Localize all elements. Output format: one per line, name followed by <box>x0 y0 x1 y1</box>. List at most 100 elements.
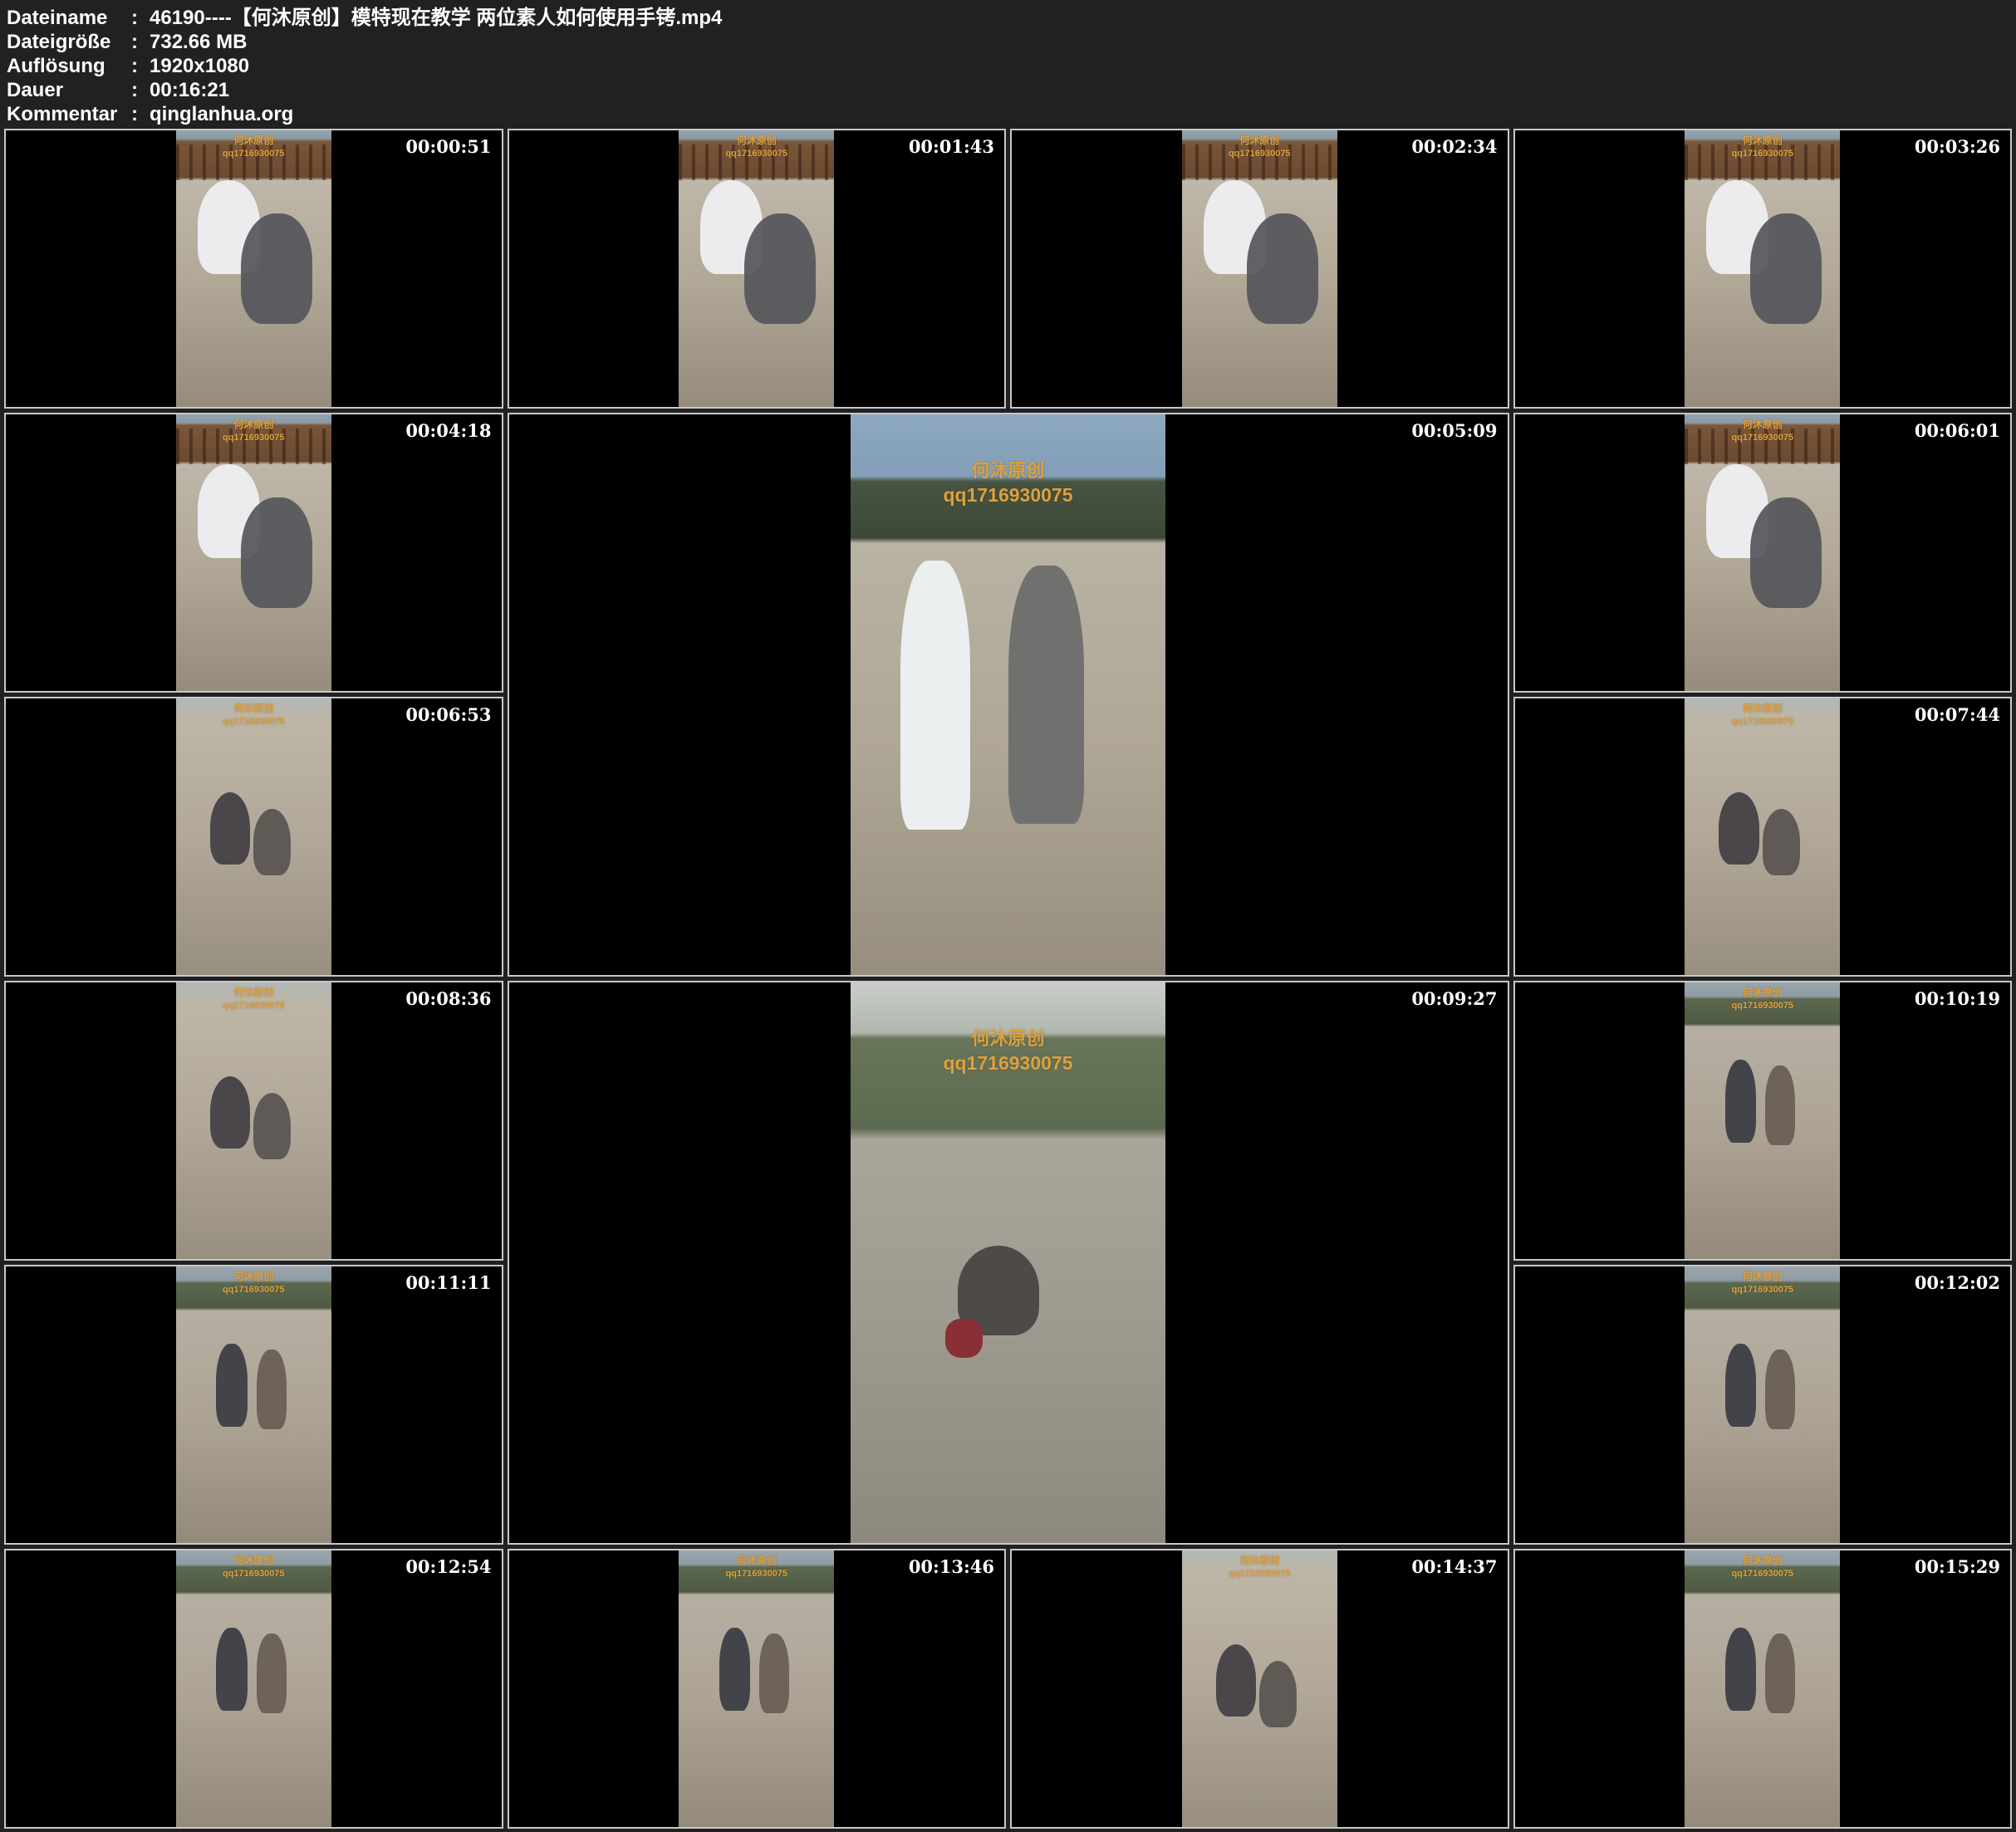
thumbnail-cell: 何沐原创 qq1716930075 00:11:11 <box>4 1265 503 1545</box>
metadata-row-filesize: Dateigröße:732.66 MB <box>7 30 2016 54</box>
video-frame: 何沐原创 qq1716930075 <box>1685 1550 1840 1827</box>
watermark-line1: 何沐原创 <box>1685 1271 1840 1284</box>
file-metadata-header: Dateiname:46190----【何沐原创】模特现在教学 两位素人如何使用… <box>0 0 2016 126</box>
watermark-line1: 何沐原创 <box>176 419 331 432</box>
thumbnail-cell: 何沐原创 qq1716930075 00:14:37 <box>1010 1549 1509 1829</box>
video-frame: 何沐原创 qq1716930075 <box>176 130 331 407</box>
watermark-line2: qq1716930075 <box>176 1568 331 1580</box>
metadata-label: Dateiname <box>7 6 131 30</box>
thumbnail-cell-large: 何沐原创 qq1716930075 00:05:09 <box>508 413 1509 977</box>
timestamp-overlay: 00:05:09 <box>1411 420 1497 441</box>
watermark-line1: 何沐原创 <box>1685 703 1840 716</box>
timestamp-overlay: 00:08:36 <box>405 988 491 1009</box>
watermark-line1: 何沐原创 <box>679 135 834 148</box>
metadata-row-resolution: Auflösung:1920x1080 <box>7 54 2016 78</box>
timestamp-overlay: 00:01:43 <box>909 136 994 157</box>
watermark-line2: qq1716930075 <box>1182 148 1337 159</box>
metadata-row-comment: Kommentar:qinglanhua.org <box>7 102 2016 126</box>
metadata-separator: : <box>131 6 150 30</box>
watermark-line2: qq1716930075 <box>176 1000 331 1012</box>
watermark: 何沐原创 qq1716930075 <box>1182 135 1337 159</box>
watermark-line2: qq1716930075 <box>176 1284 331 1296</box>
thumbnail-cell: 何沐原创 qq1716930075 00:00:51 <box>4 129 503 409</box>
metadata-value-duration: 00:16:21 <box>150 78 229 102</box>
watermark-line1: 何沐原创 <box>679 1555 834 1568</box>
video-frame: 何沐原创 qq1716930075 <box>176 1550 331 1827</box>
watermark-line2: qq1716930075 <box>1685 432 1840 443</box>
watermark-line2: qq1716930075 <box>1685 1568 1840 1580</box>
timestamp-overlay: 00:13:46 <box>909 1556 994 1577</box>
thumbnail-cell: 何沐原创 qq1716930075 00:12:54 <box>4 1549 503 1829</box>
video-frame: 何沐原创 qq1716930075 <box>176 982 331 1259</box>
thumbnail-cell: 何沐原创 qq1716930075 00:12:02 <box>1513 1265 2013 1545</box>
watermark: 何沐原创 qq1716930075 <box>1685 1555 1840 1580</box>
video-frame: 何沐原创 qq1716930075 <box>1685 698 1840 975</box>
video-frame: 何沐原创 qq1716930075 <box>1182 130 1337 407</box>
watermark-line1: 何沐原创 <box>176 1271 331 1284</box>
watermark: 何沐原创 qq1716930075 <box>1685 703 1840 727</box>
watermark: 何沐原创 qq1716930075 <box>176 419 331 443</box>
metadata-value-filesize: 732.66 MB <box>150 30 247 54</box>
watermark-line1: 何沐原创 <box>851 459 1166 483</box>
watermark-line2: qq1716930075 <box>851 1051 1166 1076</box>
metadata-value-comment: qinglanhua.org <box>150 102 293 126</box>
timestamp-overlay: 00:06:53 <box>405 704 491 725</box>
thumbnail-cell: 何沐原创 qq1716930075 00:06:53 <box>4 697 503 977</box>
video-frame: 何沐原创 qq1716930075 <box>679 130 834 407</box>
video-frame: 何沐原创 qq1716930075 <box>176 698 331 975</box>
video-frame: 何沐原创 qq1716930075 <box>851 414 1166 975</box>
timestamp-overlay: 00:10:19 <box>1915 988 2000 1009</box>
watermark: 何沐原创 qq1716930075 <box>1685 1271 1840 1296</box>
timestamp-overlay: 00:09:27 <box>1411 988 1497 1009</box>
video-frame: 何沐原创 qq1716930075 <box>1182 1550 1337 1827</box>
metadata-row-filename: Dateiname:46190----【何沐原创】模特现在教学 两位素人如何使用… <box>7 6 2016 30</box>
metadata-label: Kommentar <box>7 102 131 126</box>
video-frame: 何沐原创 qq1716930075 <box>176 414 331 691</box>
watermark-line2: qq1716930075 <box>1182 1568 1337 1580</box>
watermark: 何沐原创 qq1716930075 <box>176 987 331 1012</box>
thumbnail-cell: 何沐原创 qq1716930075 00:03:26 <box>1513 129 2013 409</box>
metadata-separator: : <box>131 30 150 54</box>
watermark-line2: qq1716930075 <box>1685 148 1840 159</box>
watermark: 何沐原创 qq1716930075 <box>176 1555 331 1580</box>
timestamp-overlay: 00:02:34 <box>1411 136 1497 157</box>
watermark: 何沐原创 qq1716930075 <box>1685 987 1840 1012</box>
thumbnail-cell: 何沐原创 qq1716930075 00:04:18 <box>4 413 503 693</box>
thumbnail-cell: 何沐原创 qq1716930075 00:08:36 <box>4 981 503 1261</box>
thumbnail-cell: 何沐原创 qq1716930075 00:15:29 <box>1513 1549 2013 1829</box>
video-frame: 何沐原创 qq1716930075 <box>176 1266 331 1543</box>
watermark-line1: 何沐原创 <box>1182 1555 1337 1568</box>
watermark-line2: qq1716930075 <box>679 1568 834 1580</box>
video-frame: 何沐原创 qq1716930075 <box>851 982 1166 1543</box>
thumbnail-cell: 何沐原创 qq1716930075 00:13:46 <box>508 1549 1007 1829</box>
watermark-line2: qq1716930075 <box>679 148 834 159</box>
metadata-label: Auflösung <box>7 54 131 78</box>
watermark-line1: 何沐原创 <box>1685 419 1840 432</box>
watermark: 何沐原创 qq1716930075 <box>679 1555 834 1580</box>
watermark-line1: 何沐原创 <box>176 1555 331 1568</box>
thumbnail-cell: 何沐原创 qq1716930075 00:01:43 <box>508 129 1007 409</box>
timestamp-overlay: 00:12:02 <box>1915 1272 2000 1293</box>
watermark-line1: 何沐原创 <box>1182 135 1337 148</box>
metadata-value-filename: 46190----【何沐原创】模特现在教学 两位素人如何使用手铐.mp4 <box>150 6 722 30</box>
video-frame: 何沐原创 qq1716930075 <box>1685 1266 1840 1543</box>
timestamp-overlay: 00:06:01 <box>1915 420 2000 441</box>
watermark: 何沐原创 qq1716930075 <box>851 459 1166 507</box>
metadata-separator: : <box>131 54 150 78</box>
watermark-line1: 何沐原创 <box>1685 987 1840 1000</box>
timestamp-overlay: 00:11:11 <box>405 1272 491 1293</box>
watermark: 何沐原创 qq1716930075 <box>1685 419 1840 443</box>
metadata-label: Dauer <box>7 78 131 102</box>
video-frame: 何沐原创 qq1716930075 <box>679 1550 834 1827</box>
thumbnail-grid: 何沐原创 qq1716930075 00:00:51 何沐原创 qq171693… <box>4 129 2012 1829</box>
timestamp-overlay: 00:14:37 <box>1411 1556 1497 1577</box>
metadata-row-duration: Dauer:00:16:21 <box>7 78 2016 102</box>
watermark: 何沐原创 qq1716930075 <box>679 135 834 159</box>
metadata-separator: : <box>131 102 150 126</box>
thumbnail-cell: 何沐原创 qq1716930075 00:07:44 <box>1513 697 2013 977</box>
timestamp-overlay: 00:00:51 <box>405 136 491 157</box>
watermark: 何沐原创 qq1716930075 <box>176 135 331 159</box>
watermark-line1: 何沐原创 <box>176 703 331 716</box>
watermark-line1: 何沐原创 <box>176 135 331 148</box>
timestamp-overlay: 00:04:18 <box>405 420 491 441</box>
